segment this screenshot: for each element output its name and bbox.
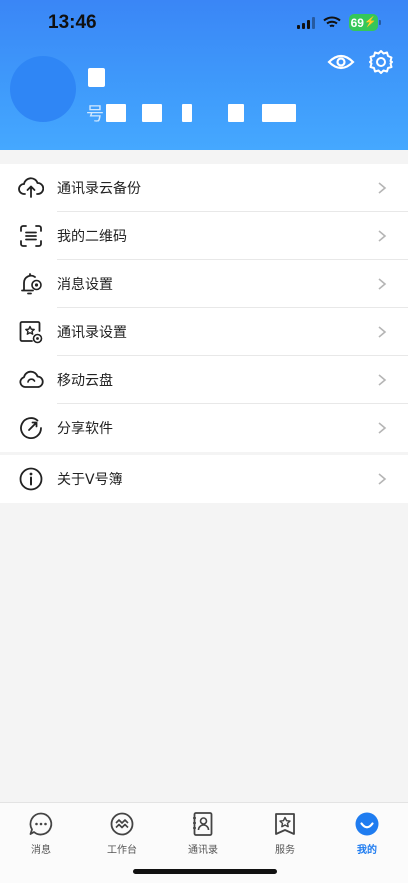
menu-label: 我的二维码 [57, 229, 127, 245]
profile-header: 13:46 69 ⚡ 号 [0, 0, 408, 150]
info-icon [17, 465, 45, 493]
number-prefix: 号 [86, 104, 104, 125]
tab-label: 通讯录 [188, 845, 218, 856]
menu-item-cloud-backup[interactable]: 通讯录云备份 [0, 164, 408, 212]
menu-label: 通讯录云备份 [57, 181, 141, 197]
tab-contacts[interactable]: 通讯录 [162, 810, 244, 856]
tab-mine[interactable]: 我的 [326, 810, 408, 856]
tab-services[interactable]: 服务 [244, 810, 326, 856]
status-icons: 69 ⚡ [297, 14, 381, 31]
menu-label: 关于V号簿 [57, 472, 123, 488]
home-indicator [133, 869, 277, 874]
tab-label: 消息 [31, 845, 51, 856]
menu-item-share-app[interactable]: 分享软件 [0, 404, 408, 452]
chevron-right-icon [378, 278, 387, 290]
settings-menu: 通讯录云备份 我的二维码 消息设置 通讯录设置 移动云盘 分享软件 [0, 164, 408, 452]
chevron-right-icon [378, 473, 387, 485]
chat-bubble-icon [27, 810, 55, 838]
battery-icon: 69 ⚡ [349, 14, 381, 31]
menu-label: 消息设置 [57, 277, 113, 293]
tab-workbench[interactable]: 工作台 [81, 810, 163, 856]
menu-label: 分享软件 [57, 421, 113, 437]
bell-settings-icon [17, 270, 45, 298]
status-time: 13:46 [48, 12, 97, 33]
tab-label: 服务 [275, 845, 295, 856]
contacts-book-icon [189, 810, 217, 838]
gear-icon[interactable] [367, 48, 395, 76]
chevron-right-icon [378, 422, 387, 434]
tab-messages[interactable]: 消息 [0, 810, 82, 856]
tab-label: 工作台 [107, 845, 137, 856]
battery-level: 69 [350, 15, 364, 30]
contacts-settings-icon [17, 318, 45, 346]
chevron-right-icon [378, 182, 387, 194]
star-service-icon [271, 810, 299, 838]
menu-item-message-settings[interactable]: 消息设置 [0, 260, 408, 308]
qr-scan-icon [17, 222, 45, 250]
wifi-icon [323, 16, 341, 28]
charging-bolt-icon: ⚡ [363, 17, 377, 28]
menu-label: 通讯录设置 [57, 325, 127, 341]
chevron-right-icon [378, 326, 387, 338]
cloud-upload-icon [17, 174, 45, 202]
chevron-right-icon [378, 374, 387, 386]
cloud-icon [17, 366, 45, 394]
smile-icon [353, 810, 381, 838]
signal-icon [297, 16, 315, 29]
tab-label: 我的 [357, 845, 377, 856]
menu-item-about[interactable]: 关于V号簿 [0, 455, 408, 503]
chevron-right-icon [378, 230, 387, 242]
menu-item-mobile-cloud[interactable]: 移动云盘 [0, 356, 408, 404]
share-icon [17, 414, 45, 442]
menu-label: 移动云盘 [57, 373, 113, 389]
menu-item-my-qrcode[interactable]: 我的二维码 [0, 212, 408, 260]
user-name [88, 68, 105, 87]
menu-item-contacts-settings[interactable]: 通讯录设置 [0, 308, 408, 356]
eye-icon[interactable] [327, 48, 355, 76]
avatar[interactable] [10, 56, 76, 122]
about-menu: 关于V号簿 [0, 455, 408, 503]
user-number: 号 [86, 102, 296, 125]
workbench-icon [108, 810, 136, 838]
